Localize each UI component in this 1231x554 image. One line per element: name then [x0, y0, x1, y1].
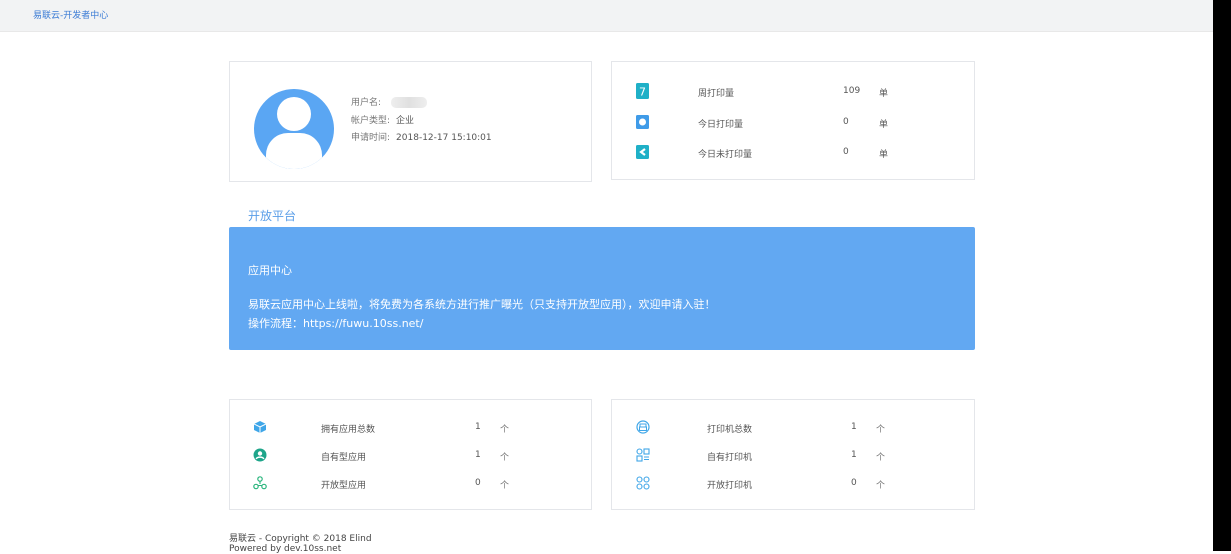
app-stat-unit: 个 [500, 453, 510, 463]
app-center-banner: 应用中心 易联云应用中心上线啦，将免费为各系统方进行推广曝光（只支持开放型应用）… [229, 227, 975, 350]
nodes-icon [253, 476, 267, 490]
stat-value: 0 [843, 117, 849, 127]
stat-name: 周打印量 [698, 89, 735, 99]
app-stat-unit: 个 [500, 481, 510, 491]
stat-row-weekly: 7 周打印量 109 单 [612, 83, 974, 103]
section-title: 开放平台 [248, 209, 297, 223]
footer-powered: Powered by dev.10ss.net [229, 544, 342, 554]
printer-stat-value: 1 [851, 450, 857, 460]
banner-title: 应用中心 [248, 264, 292, 277]
printer-icon [636, 420, 650, 434]
cube-icon [253, 420, 267, 434]
print-stats-card: 7 周打印量 109 单 今日打印量 0 单 今日未打印量 0 单 [611, 61, 975, 180]
stat-value: 0 [843, 147, 849, 157]
avatar [254, 89, 334, 169]
account-type-label: 帐户类型: [351, 116, 391, 126]
four-circles-icon [636, 476, 650, 490]
app-stat-name: 开放型应用 [321, 481, 367, 491]
unprinted-icon [636, 144, 650, 160]
calendar-7-icon: 7 [636, 83, 650, 99]
printer-stat-unit: 个 [876, 453, 886, 463]
app-stat-name: 拥有应用总数 [321, 425, 376, 435]
app-row-total: 拥有应用总数 1 个 [230, 420, 591, 440]
today-print-icon [636, 114, 650, 130]
stat-name: 今日未打印量 [698, 150, 753, 160]
printer-stats-card: 打印机总数 1 个 自有打印机 1 个 开放打印机 0 个 [611, 399, 975, 510]
username-label: 用户名: [351, 98, 382, 108]
apply-time-label: 申请时间: [351, 133, 391, 143]
app-row-open: 开放型应用 0 个 [230, 476, 591, 496]
stat-row-today: 今日打印量 0 单 [612, 114, 974, 134]
banner-text: 易联云应用中心上线啦，将免费为各系统方进行推广曝光（只支持开放型应用），欢迎申请… [248, 298, 716, 311]
grid-apps-icon [636, 448, 650, 462]
stat-row-unprinted: 今日未打印量 0 单 [612, 144, 974, 164]
printer-row-total: 打印机总数 1 个 [612, 420, 974, 440]
app-row-own: 自有型应用 1 个 [230, 448, 591, 468]
profile-card: 用户名: 帐户类型: 企业 申请时间: 2018-12-17 15:10:01 [229, 61, 592, 182]
account-type-row: 帐户类型: 企业 [351, 113, 414, 126]
printer-stat-unit: 个 [876, 425, 886, 435]
app-stat-name: 自有型应用 [321, 453, 367, 463]
printer-row-open: 开放打印机 0 个 [612, 476, 974, 496]
footer-copyright: 易联云 - Copyright © 2018 Elind [229, 534, 372, 544]
app-stat-value: 0 [475, 478, 481, 488]
stat-unit: 单 [879, 89, 889, 99]
printer-stat-name: 开放打印机 [707, 481, 753, 491]
apply-time-row: 申请时间: 2018-12-17 15:10:01 [351, 130, 492, 143]
username-row: 用户名: [351, 95, 428, 108]
printer-stat-name: 打印机总数 [707, 425, 753, 435]
stat-value: 109 [843, 86, 861, 96]
app-stat-value: 1 [475, 450, 481, 460]
username-value [391, 97, 428, 108]
printer-stat-value: 0 [851, 478, 857, 488]
app-stat-unit: 个 [500, 425, 510, 435]
printer-row-own: 自有打印机 1 个 [612, 448, 974, 468]
printer-stat-value: 1 [851, 422, 857, 432]
printer-stat-name: 自有打印机 [707, 453, 753, 463]
app-stats-card: 拥有应用总数 1 个 自有型应用 1 个 开放型应用 0 个 [229, 399, 592, 510]
brand-link[interactable]: 易联云-开发者中心 [33, 8, 108, 21]
window-edge [1213, 0, 1231, 551]
account-type-value: 企业 [396, 116, 415, 126]
top-bar: 易联云-开发者中心 [0, 0, 1213, 32]
user-circle-icon [253, 448, 267, 462]
banner-link[interactable]: 操作流程：https://fuwu.10ss.net/ [248, 315, 423, 331]
apply-time-value: 2018-12-17 15:10:01 [396, 133, 492, 143]
svg-text:7: 7 [639, 86, 646, 99]
stat-unit: 单 [879, 120, 889, 130]
printer-stat-unit: 个 [876, 481, 886, 491]
stat-name: 今日打印量 [698, 120, 744, 130]
app-stat-value: 1 [475, 422, 481, 432]
stat-unit: 单 [879, 150, 889, 160]
